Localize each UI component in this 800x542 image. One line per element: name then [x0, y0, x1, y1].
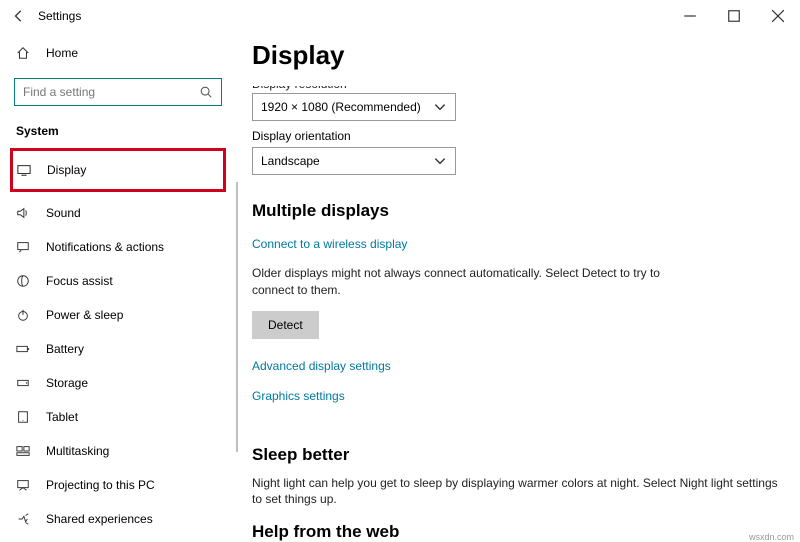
maximize-button[interactable]: [712, 0, 756, 32]
main-panel: Display Display resolution 1920 × 1080 (…: [236, 32, 800, 542]
watermark: wsxdn.com: [749, 532, 794, 542]
close-button[interactable]: [756, 0, 800, 32]
sidebar-item-multitasking[interactable]: Multitasking: [0, 434, 236, 468]
search-icon: [197, 85, 215, 99]
orientation-dropdown[interactable]: Landscape: [252, 147, 456, 175]
search-box[interactable]: [14, 78, 222, 106]
sidebar-item-label: Projecting to this PC: [46, 478, 155, 492]
sidebar: Home System Display Sound: [0, 32, 236, 542]
storage-icon: [14, 376, 32, 390]
resolution-label: Display resolution: [252, 77, 780, 91]
resolution-value: 1920 × 1080 (Recommended): [261, 100, 421, 114]
battery-icon: [14, 342, 32, 356]
home-nav[interactable]: Home: [0, 36, 236, 70]
tablet-icon: [14, 410, 32, 424]
sound-icon: [14, 206, 32, 220]
resolution-dropdown[interactable]: 1920 × 1080 (Recommended): [252, 93, 456, 121]
search-input[interactable]: [21, 84, 197, 100]
sidebar-item-projecting[interactable]: Projecting to this PC: [0, 468, 236, 502]
shared-icon: [14, 512, 32, 526]
sleep-better-text: Night light can help you get to sleep by…: [252, 475, 780, 509]
page-title: Display: [252, 40, 780, 71]
orientation-label: Display orientation: [252, 129, 780, 143]
sidebar-item-sound[interactable]: Sound: [0, 196, 236, 230]
sidebar-item-label: Sound: [46, 206, 81, 220]
sidebar-item-label: Battery: [46, 342, 84, 356]
chevron-down-icon: [433, 100, 447, 114]
sidebar-item-power[interactable]: Power & sleep: [0, 298, 236, 332]
sidebar-item-battery[interactable]: Battery: [0, 332, 236, 366]
sidebar-item-storage[interactable]: Storage: [0, 366, 236, 400]
sidebar-item-label: Display: [47, 163, 86, 177]
wireless-display-link[interactable]: Connect to a wireless display: [252, 237, 407, 251]
sidebar-item-label: Notifications & actions: [46, 240, 164, 254]
sidebar-item-label: Power & sleep: [46, 308, 123, 322]
detect-description: Older displays might not always connect …: [252, 265, 672, 299]
sidebar-category: System: [16, 124, 236, 138]
graphics-settings-link[interactable]: Graphics settings: [252, 389, 345, 403]
sidebar-item-label: Shared experiences: [46, 512, 153, 526]
notifications-icon: [14, 240, 32, 254]
sidebar-item-tablet[interactable]: Tablet: [0, 400, 236, 434]
detect-button[interactable]: Detect: [252, 311, 319, 339]
sidebar-item-notifications[interactable]: Notifications & actions: [0, 230, 236, 264]
minimize-button[interactable]: [668, 0, 712, 32]
orientation-value: Landscape: [261, 154, 320, 168]
help-heading: Help from the web: [252, 522, 780, 542]
sidebar-item-label: Focus assist: [46, 274, 113, 288]
chevron-down-icon: [433, 154, 447, 168]
sidebar-item-label: Storage: [46, 376, 88, 390]
sidebar-item-label: Multitasking: [46, 444, 109, 458]
sidebar-item-shared[interactable]: Shared experiences: [0, 502, 236, 536]
power-icon: [14, 308, 32, 322]
sidebar-item-display[interactable]: Display: [10, 148, 226, 192]
focus-icon: [14, 274, 32, 288]
projecting-icon: [14, 478, 32, 492]
multitasking-icon: [14, 444, 32, 458]
sleep-better-heading: Sleep better: [252, 445, 780, 465]
home-label: Home: [46, 46, 78, 60]
sidebar-item-focus[interactable]: Focus assist: [0, 264, 236, 298]
multiple-displays-heading: Multiple displays: [252, 201, 780, 221]
back-button[interactable]: [8, 5, 30, 27]
advanced-display-link[interactable]: Advanced display settings: [252, 359, 391, 373]
display-icon: [15, 163, 33, 177]
sidebar-item-label: Tablet: [46, 410, 78, 424]
home-icon: [14, 46, 32, 60]
window-title: Settings: [38, 9, 81, 23]
